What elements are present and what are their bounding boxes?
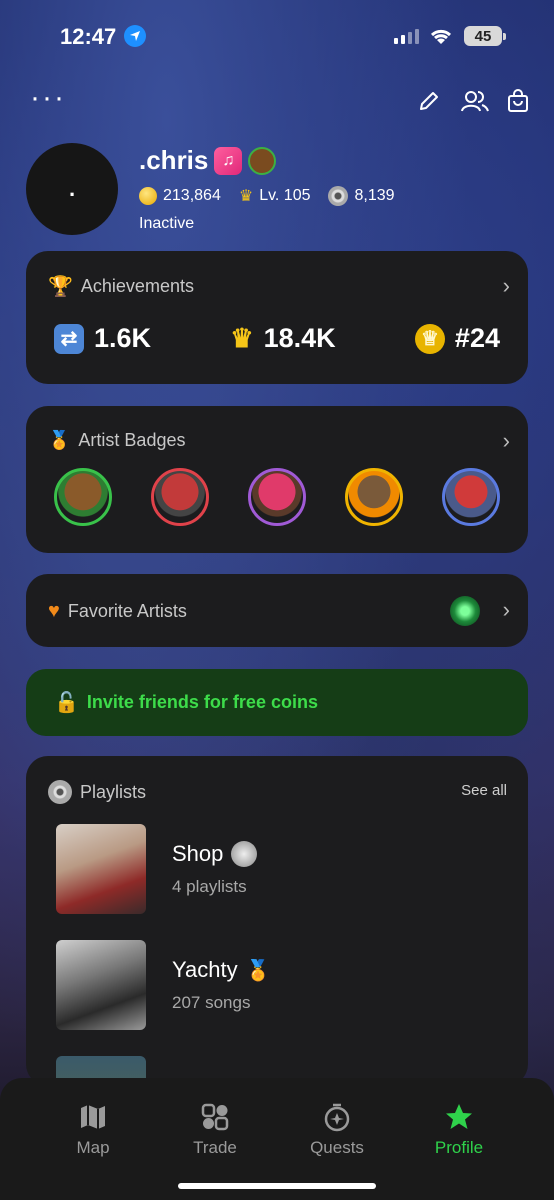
artist-badge[interactable] xyxy=(248,468,306,526)
achievements-title: Achievements xyxy=(80,276,194,296)
cell-signal-icon xyxy=(394,28,419,44)
achievement-item: ♕ #24 xyxy=(414,323,500,354)
achievement-value: 1.6K xyxy=(94,323,152,353)
disc-icon xyxy=(328,186,349,206)
playlist-thumbnail xyxy=(56,824,146,914)
more-options-button[interactable]: ··· xyxy=(30,83,66,113)
silver-coin-icon xyxy=(231,841,258,867)
invite-label: Invite friends for free coins xyxy=(86,692,318,712)
playlist-item[interactable]: Yachty 🏅 207 songs xyxy=(56,940,271,1030)
playlists-card: Playlists See all Shop 4 playlists Yacht… xyxy=(26,756,528,1086)
level-label: Lv. 105 xyxy=(259,187,311,204)
status-time: 12:47 xyxy=(60,24,117,49)
crown-icon: ♛ xyxy=(238,188,254,205)
chevron-right-icon[interactable]: › xyxy=(503,273,510,299)
badge-list xyxy=(54,468,500,526)
artist-badges-card[interactable]: 🏅 Artist Badges › xyxy=(26,406,528,553)
music-note-icon: ♫ xyxy=(214,146,243,175)
disc-icon xyxy=(48,780,72,804)
battery-indicator: 45 xyxy=(464,26,502,46)
favorite-artists-header: ♥ Favorite Artists xyxy=(48,600,187,623)
artist-badge[interactable] xyxy=(54,468,112,526)
friends-icon[interactable] xyxy=(460,86,490,116)
coin-icon xyxy=(139,187,157,205)
discs-count: 8,139 xyxy=(354,187,395,204)
avatar[interactable]: . xyxy=(26,143,118,235)
playlists-header: Playlists xyxy=(48,780,146,804)
chevron-right-icon[interactable]: › xyxy=(503,428,510,454)
trophy-icon: 🏆 xyxy=(48,276,73,298)
crown-icon: ♛ xyxy=(230,323,254,353)
playlist-item[interactable]: Shop 4 playlists xyxy=(56,824,258,914)
wifi-icon xyxy=(428,26,454,51)
playlist-subtitle: 207 songs xyxy=(172,993,251,1012)
battery-tip xyxy=(503,33,506,40)
achievements-row: ⇄ 1.6K ♛ 18.4K ♕ #24 xyxy=(54,323,500,354)
activity-status: Inactive xyxy=(139,215,195,232)
rank-medal-icon: ♕ xyxy=(414,323,445,354)
tab-profile[interactable]: Profile xyxy=(409,1102,509,1158)
artist-badges-header: 🏅 Artist Badges xyxy=(48,430,185,451)
playlist-name: Yachty xyxy=(172,957,238,982)
orange-heart-icon: ♥ xyxy=(48,600,60,622)
playlist-name: Shop xyxy=(172,841,224,866)
edit-pencil-icon[interactable] xyxy=(414,86,444,116)
tab-trade[interactable]: Trade xyxy=(165,1102,265,1158)
favorite-artists-title: Favorite Artists xyxy=(67,601,187,621)
home-indicator[interactable] xyxy=(178,1183,376,1189)
achievements-header: 🏆 Achievements xyxy=(48,274,194,299)
favorite-artists-card[interactable]: ♥ Favorite Artists › xyxy=(26,574,528,647)
tab-label: Quests xyxy=(310,1138,364,1157)
achievement-value: 18.4K xyxy=(263,323,336,353)
star-icon xyxy=(446,1104,472,1129)
favorite-artist-avatar xyxy=(450,596,480,626)
medal-icon: 🏅 xyxy=(48,430,71,450)
artist-sticker-icon xyxy=(248,146,277,175)
repeat-icon: ⇄ xyxy=(54,323,84,354)
coins-count: 213,864 xyxy=(163,187,221,204)
location-arrow-icon xyxy=(124,25,146,47)
artist-badge[interactable] xyxy=(151,468,209,526)
artist-badge[interactable] xyxy=(442,468,500,526)
tab-label: Profile xyxy=(434,1138,484,1157)
playlist-thumbnail xyxy=(56,940,146,1030)
tab-label: Map xyxy=(76,1138,110,1157)
quests-icon xyxy=(324,1103,350,1132)
artist-badges-title: Artist Badges xyxy=(78,430,186,450)
tab-bar: Map Trade Quests Profile xyxy=(0,1078,554,1200)
unlocked-lock-icon: 🔓 xyxy=(54,692,79,714)
trade-icon xyxy=(201,1103,229,1131)
chevron-right-icon[interactable]: › xyxy=(503,597,510,623)
see-all-link[interactable]: See all xyxy=(461,782,507,799)
map-icon xyxy=(81,1105,105,1129)
achievement-item: ♛ 18.4K xyxy=(230,323,335,354)
playlist-subtitle: 4 playlists xyxy=(172,877,247,896)
shopping-bag-icon[interactable] xyxy=(503,86,533,116)
artist-badge[interactable] xyxy=(345,468,403,526)
tab-map[interactable]: Map xyxy=(43,1102,143,1158)
playlists-title: Playlists xyxy=(80,781,147,802)
achievement-item: ⇄ 1.6K xyxy=(54,323,151,354)
username: .chris xyxy=(139,145,209,175)
profile-stats: 213,864 ♛ Lv. 105 8,139 xyxy=(139,186,395,206)
tab-label: Trade xyxy=(193,1138,237,1157)
achievement-value: #24 xyxy=(454,323,500,353)
tab-quests[interactable]: Quests xyxy=(287,1102,387,1158)
username-row: .chris ♫ xyxy=(139,145,277,176)
invite-friends-banner[interactable]: 🔓 Invite friends for free coins xyxy=(26,669,528,736)
medal-icon: 🏅 xyxy=(245,959,271,982)
achievements-card[interactable]: 🏆 Achievements › ⇄ 1.6K ♛ 18.4K ♕ #24 xyxy=(26,251,528,384)
